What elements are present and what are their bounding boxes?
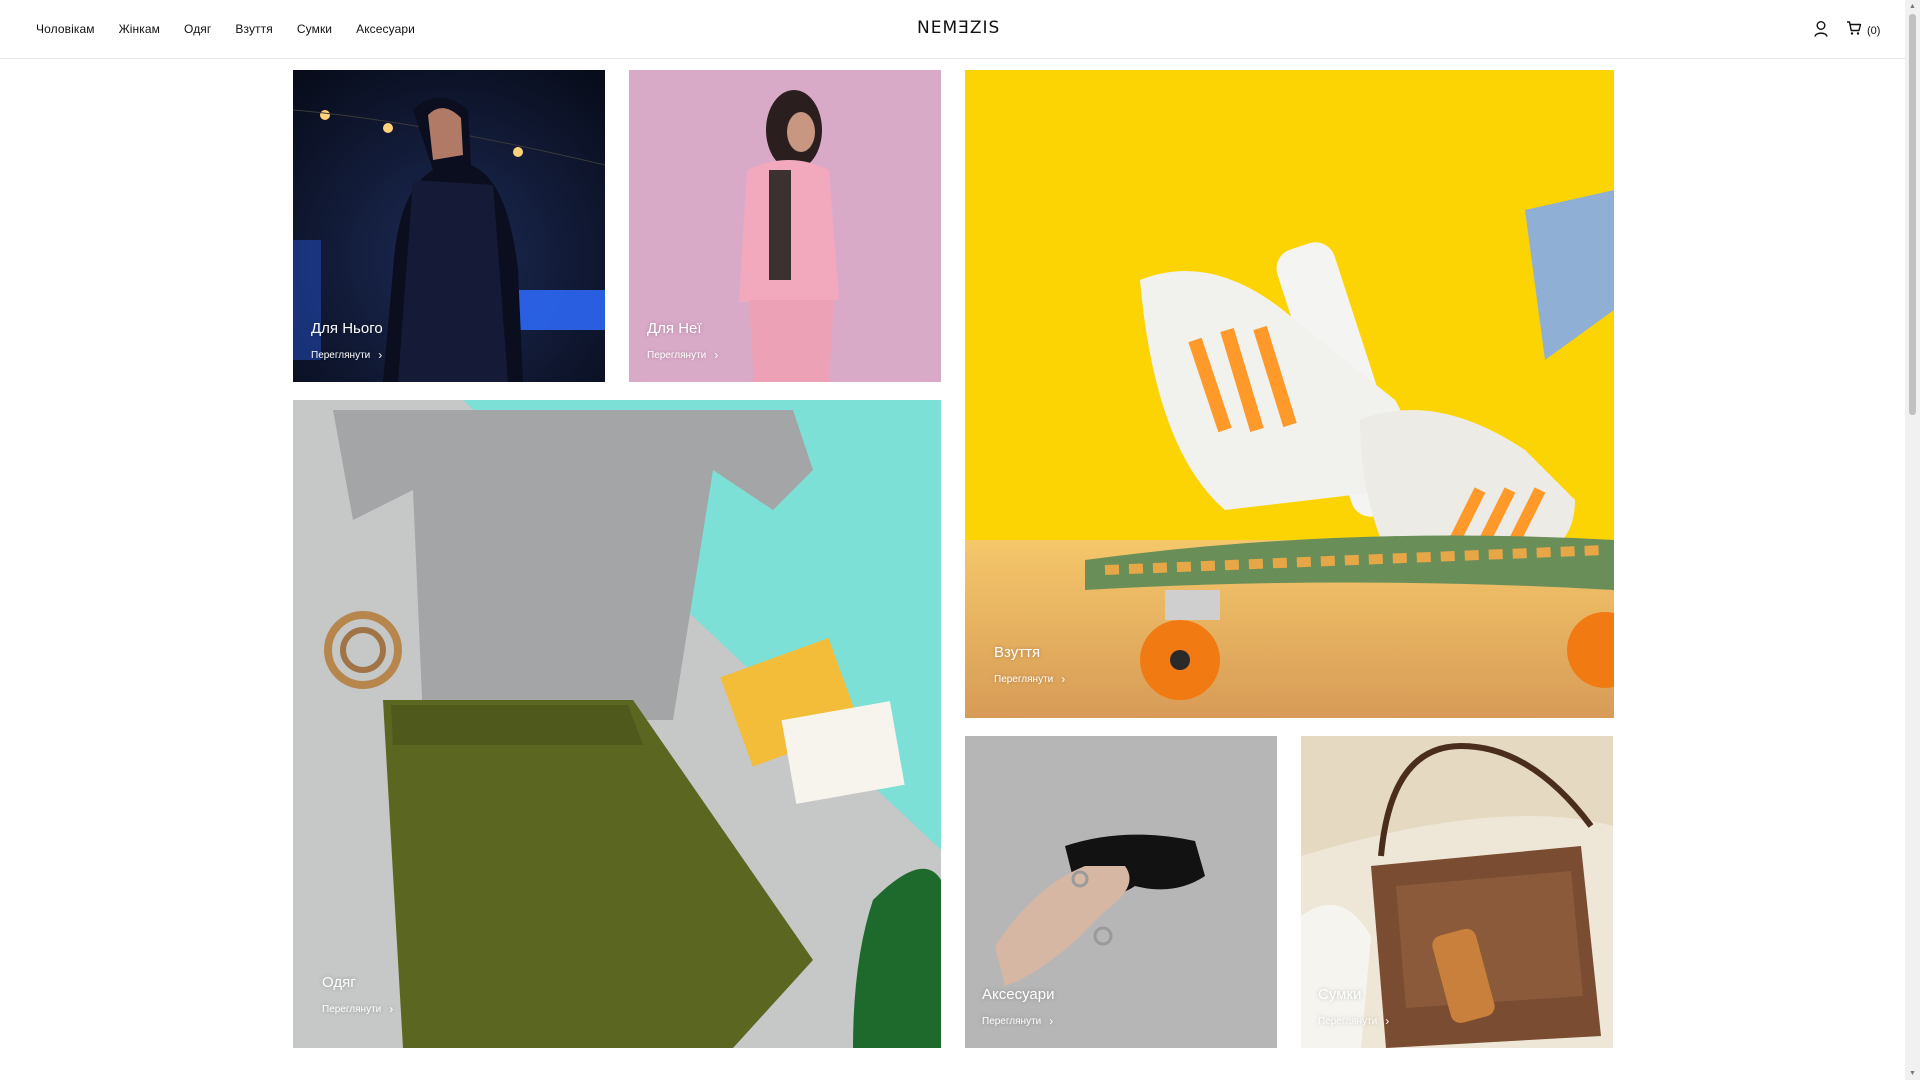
main-nav: Чоловікам Жінкам Одяг Взуття Сумки Аксес… (36, 0, 415, 58)
view-link-label: Переглянути (647, 349, 707, 361)
nav-item-bags[interactable]: Сумки (297, 22, 332, 36)
view-link[interactable]: Переглянути › (994, 673, 1065, 685)
shoes-photo (965, 70, 1614, 718)
tile-title: Для Неї (647, 320, 702, 337)
category-tile-shoes[interactable]: Взуття Переглянути › (965, 70, 1614, 718)
category-tile-accessories[interactable]: Аксесуари Переглянути › (965, 736, 1277, 1048)
chevron-right-icon: › (1385, 1014, 1390, 1028)
nav-item-shoes[interactable]: Взуття (235, 22, 272, 36)
nav-item-accessories[interactable]: Аксесуари (356, 22, 415, 36)
cart-icon (1846, 20, 1862, 41)
chevron-right-icon: › (1049, 1014, 1054, 1028)
chevron-right-icon: › (1061, 672, 1066, 686)
cart-count: (0) (1867, 24, 1881, 37)
chevron-right-icon: › (378, 348, 383, 362)
view-link[interactable]: Переглянути › (311, 349, 383, 361)
tile-title: Одяг (322, 974, 356, 991)
clothes-caption: Одяг Переглянути › (322, 974, 393, 1015)
scroll-down-arrow-icon[interactable]: ▼ (1909, 1070, 1916, 1077)
view-link[interactable]: Переглянути › (647, 349, 718, 361)
category-tile-bags[interactable]: Сумки Переглянути › (1301, 736, 1613, 1048)
site-logo[interactable]: NEMƎZIS (917, 18, 1000, 38)
site-header: Чоловікам Жінкам Одяг Взуття Сумки Аксес… (0, 0, 1905, 59)
chevron-right-icon: › (714, 348, 719, 362)
view-link[interactable]: Переглянути › (322, 1003, 393, 1015)
category-tile-women[interactable]: Для Неї Переглянути › (629, 70, 941, 382)
tile-title: Аксесуари (982, 986, 1055, 1003)
scroll-up-arrow-icon[interactable]: ▲ (1909, 3, 1916, 10)
accessories-caption: Аксесуари Переглянути › (982, 986, 1054, 1027)
clothes-photo (293, 400, 941, 1048)
women-caption: Для Неї Переглянути › (647, 320, 718, 361)
chevron-right-icon: › (389, 1002, 394, 1016)
page-scrollbar[interactable]: ▲ ▼ (1905, 0, 1920, 1080)
nav-item-clothes[interactable]: Одяг (184, 22, 211, 36)
category-tile-clothes[interactable]: Одяг Переглянути › (293, 400, 941, 1048)
tile-title: Для Нього (311, 320, 383, 337)
nav-item-women[interactable]: Жінкам (119, 22, 160, 36)
shoes-caption: Взуття Переглянути › (994, 644, 1065, 685)
view-link[interactable]: Переглянути › (982, 1015, 1054, 1027)
view-link[interactable]: Переглянути › (1318, 1015, 1389, 1027)
view-link-label: Переглянути (1318, 1015, 1378, 1027)
cart-button[interactable]: (0) (1846, 20, 1880, 41)
view-link-label: Переглянути (322, 1003, 382, 1015)
men-caption: Для Нього Переглянути › (311, 320, 383, 361)
scrollbar-thumb[interactable] (1909, 14, 1916, 415)
user-icon[interactable] (1813, 20, 1829, 38)
category-tile-men[interactable]: Для Нього Переглянути › (293, 70, 605, 382)
view-link-label: Переглянути (994, 673, 1054, 685)
view-link-label: Переглянути (311, 349, 371, 361)
nav-item-men[interactable]: Чоловікам (36, 22, 95, 36)
tile-title: Взуття (994, 644, 1041, 661)
view-link-label: Переглянути (982, 1015, 1042, 1027)
tile-title: Сумки (1318, 986, 1362, 1003)
bags-caption: Сумки Переглянути › (1318, 986, 1389, 1027)
